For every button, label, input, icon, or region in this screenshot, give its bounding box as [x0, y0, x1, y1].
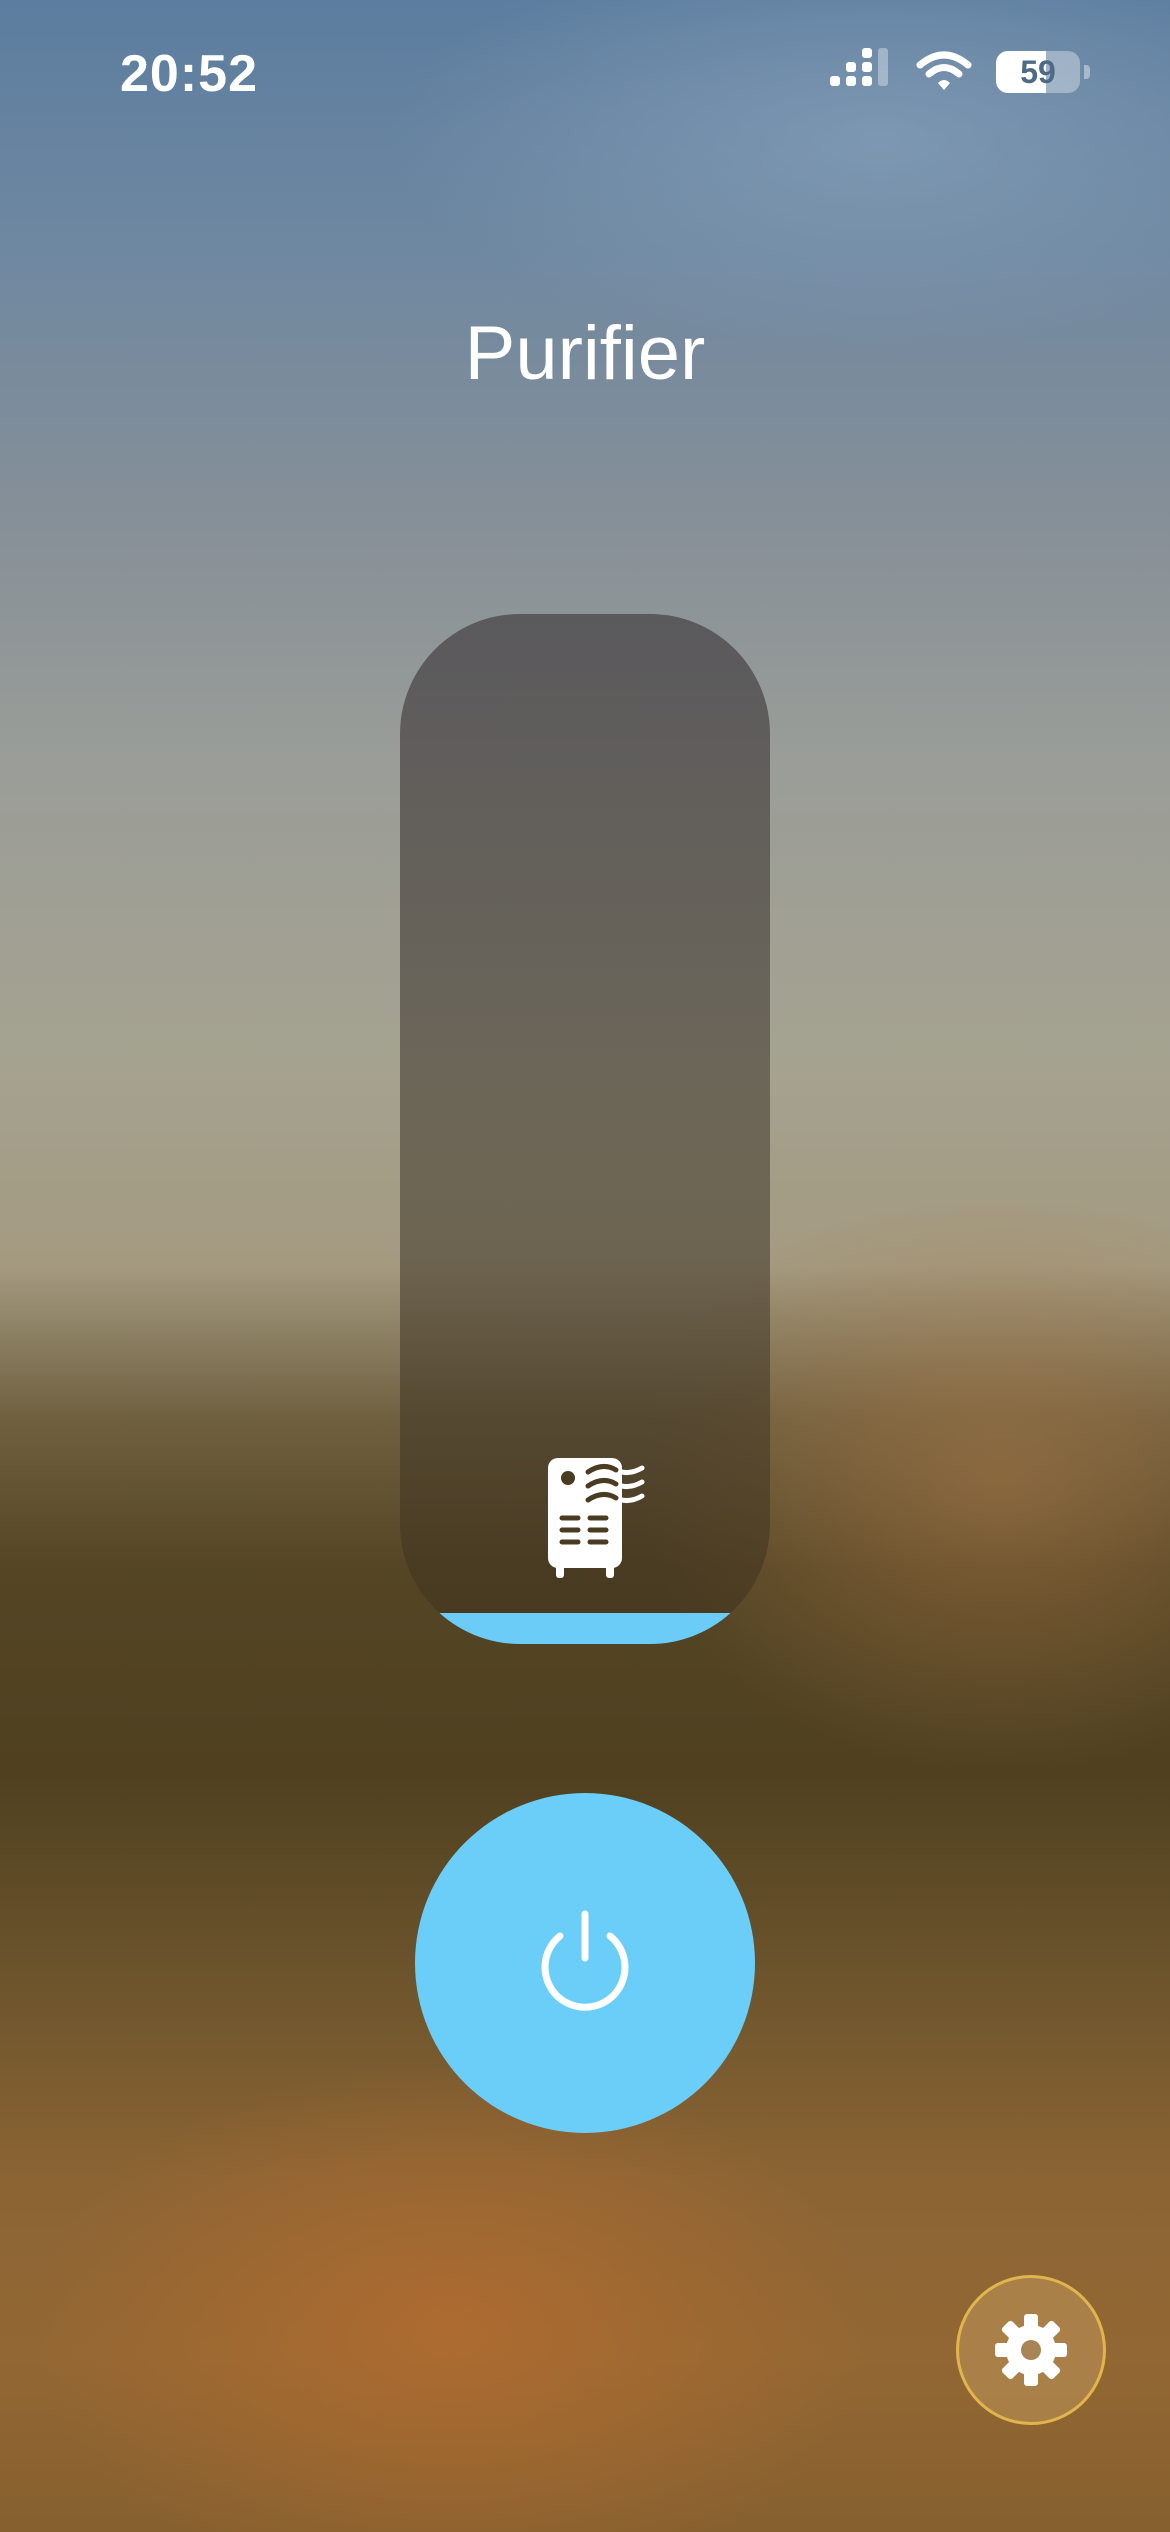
power-icon — [541, 1910, 629, 2011]
status-icons: 59 — [830, 48, 1090, 96]
gear-icon — [995, 2314, 1067, 2386]
power-button[interactable] — [415, 1793, 755, 2133]
status-time: 20:52 — [120, 45, 258, 103]
slider-fill — [400, 1613, 770, 1644]
battery-percent: 59 — [1020, 53, 1056, 90]
page-title: Purifier — [464, 311, 706, 396]
settings-button[interactable] — [956, 2275, 1106, 2425]
battery-nub — [1084, 65, 1090, 79]
wifi-icon — [916, 51, 972, 90]
air-purifier-icon — [548, 1458, 645, 1578]
cellular-signal-icon — [830, 48, 888, 86]
battery-icon: 59 — [996, 51, 1080, 93]
